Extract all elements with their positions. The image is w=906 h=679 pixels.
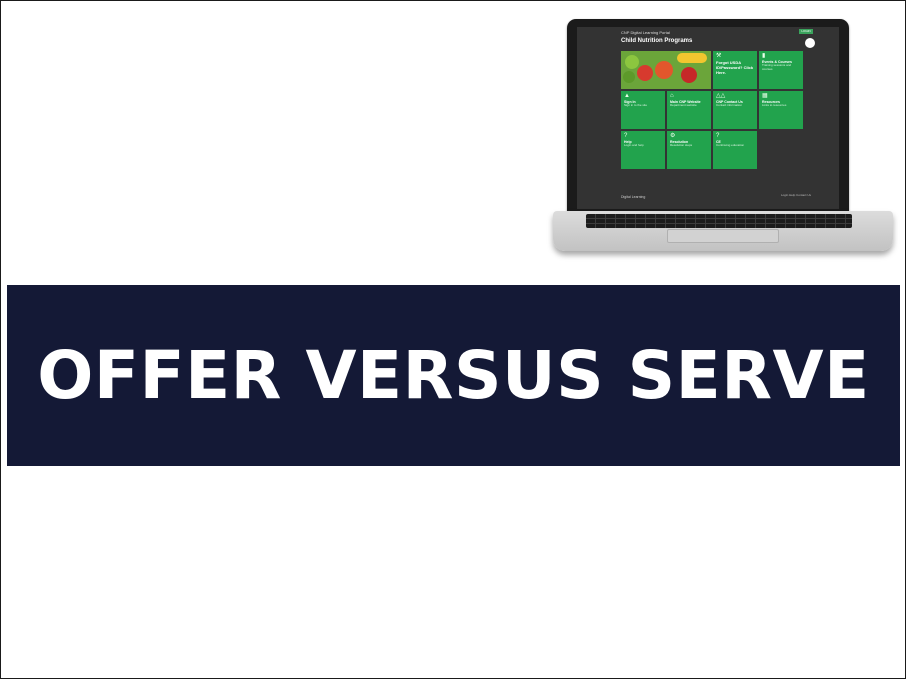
apple-icon [655, 61, 673, 79]
person-icon: ▲ [624, 93, 630, 99]
portal-name: CNP Digital Learning Portal [621, 30, 670, 35]
state-badge-icon [805, 38, 815, 48]
portal-tile: ▦ Resources Links to resources [759, 91, 803, 129]
portal-tile: ▲ Sign In Sign in to the site [621, 91, 665, 129]
home-icon: ⌂ [670, 93, 674, 99]
portal-tile-grid: ⚒ Forgot USDA ID/Password? Click Here. ▮… [621, 51, 803, 169]
apple-icon [681, 67, 697, 83]
trackpad [667, 229, 779, 243]
portal-tile: △△ CNP Contact Us Contact information [713, 91, 757, 129]
portal-tile: ? Help Login and help [621, 131, 665, 169]
laptop-base [553, 211, 893, 251]
portal-tile: ⌂ Main CNP Website Department website [667, 91, 711, 129]
login-button: LOGIN [799, 29, 813, 34]
laptop-lid: CNP Digital Learning Portal LOGIN Child … [567, 19, 849, 215]
apple-icon [637, 65, 653, 81]
portal-tile: ⚒ Forgot USDA ID/Password? Click Here. [713, 51, 757, 89]
fruit-photo-tile [621, 51, 711, 89]
group-icon: △△ [716, 93, 726, 99]
slide-title: OFFER VERSUS SERVE [37, 337, 870, 414]
question-icon: ? [624, 133, 628, 139]
laptop-screen: CNP Digital Learning Portal LOGIN Child … [577, 27, 839, 209]
gear-icon: ⚙ [670, 133, 676, 139]
resources-icon: ▦ [762, 93, 768, 99]
title-banner: OFFER VERSUS SERVE [7, 285, 900, 466]
portal-footer-links: Login Help Contact Us [780, 193, 811, 197]
question-icon: ? [716, 133, 720, 139]
lime-icon [623, 71, 635, 83]
laptop-image: CNP Digital Learning Portal LOGIN Child … [553, 15, 895, 263]
portal-tile: ▮ Events & Courses Training sessions and… [759, 51, 803, 89]
portal-tile: ⚙ Resolution Resolution steps [667, 131, 711, 169]
book-icon: ▮ [762, 53, 766, 59]
keyboard [586, 214, 852, 228]
banana-icon [677, 53, 707, 63]
portal-tile: ? CE Continuing education [713, 131, 757, 169]
portal-heading: Child Nutrition Programs [621, 38, 693, 44]
apple-icon [625, 55, 639, 69]
slide: CNP Digital Learning Portal LOGIN Child … [0, 0, 906, 679]
wrench-icon: ⚒ [716, 53, 722, 59]
portal-footer-logo: Digital Learning [621, 195, 646, 199]
